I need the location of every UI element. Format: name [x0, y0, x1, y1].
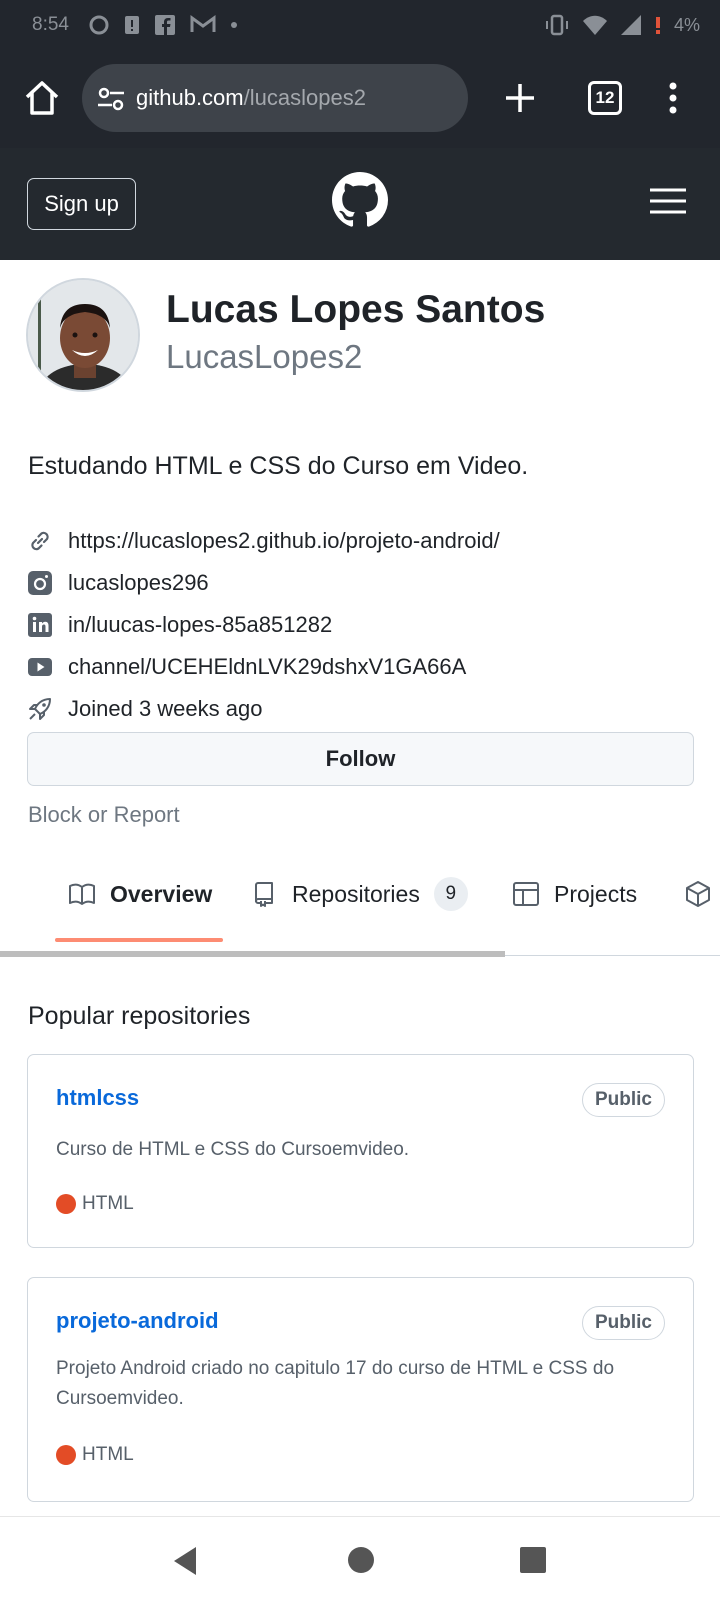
repo-name-link[interactable]: htmlcss	[56, 1085, 139, 1111]
follow-button[interactable]: Follow	[27, 732, 694, 786]
facebook-icon	[155, 15, 175, 35]
linkedin-icon	[28, 613, 52, 637]
language-color-dot	[56, 1445, 76, 1465]
tab-overview[interactable]: Overview	[68, 874, 212, 914]
rocket-icon	[29, 698, 51, 720]
linkedin-link[interactable]: in/luucas-lopes-85a851282	[68, 612, 332, 638]
tab-projects-label: Projects	[554, 880, 638, 907]
status-time: 8:54	[32, 14, 69, 35]
repositories-count-badge: 9	[433, 877, 468, 911]
tab-packages[interactable]	[684, 874, 720, 914]
wifi-icon	[582, 15, 607, 35]
browser-toolbar: github.com/lucaslopes2 12	[0, 52, 720, 148]
website-link[interactable]: https://lucaslopes2.github.io/projeto-an…	[68, 528, 500, 554]
profile-tabs: Overview Repositories 9 Projects	[0, 866, 720, 958]
book-icon	[69, 883, 95, 905]
more-notifications-icon	[231, 22, 237, 28]
vibrate-icon	[545, 14, 568, 36]
signal-icon	[620, 15, 641, 35]
joined-date: Joined 3 weeks ago	[68, 696, 263, 721]
instagram-row[interactable]: lucaslopes296	[26, 569, 209, 597]
repo-language-label: HTML	[82, 1193, 134, 1214]
visibility-badge: Public	[581, 1306, 665, 1340]
browser-menu-icon[interactable]	[658, 78, 688, 118]
repo-card: projeto-android Public Projeto Android c…	[27, 1277, 694, 1502]
repo-description: Curso de HTML e CSS do Cursoemvideo.	[56, 1139, 410, 1160]
tabs-scrollbar[interactable]	[0, 951, 505, 957]
battery-level: 4%	[673, 14, 700, 35]
profile-full-name: Lucas Lopes Santos	[166, 288, 546, 331]
repo-language: HTML	[56, 1193, 134, 1215]
profile-bio: Estudando HTML e CSS do Curso em Video.	[28, 452, 529, 480]
notification-icons	[88, 14, 238, 36]
linkedin-row[interactable]: in/luucas-lopes-85a851282	[26, 611, 332, 639]
popular-repositories-title: Popular repositories	[28, 1002, 251, 1030]
system-navigation-bar	[0, 1516, 720, 1600]
github-header: Sign up	[0, 148, 720, 260]
table-icon	[513, 882, 539, 906]
block-or-report-link[interactable]: Block or Report	[28, 802, 180, 828]
avatar-photo	[28, 280, 138, 390]
tab-repositories-label: Repositories	[292, 880, 420, 907]
repo-description: Projeto Android criado no capitulo 17 do…	[56, 1358, 615, 1409]
url-text[interactable]: github.com/lucaslopes2	[136, 85, 366, 111]
back-icon[interactable]	[170, 1545, 200, 1577]
home-button-icon[interactable]	[348, 1547, 374, 1573]
github-logo-icon[interactable]	[332, 172, 388, 228]
tab-projects[interactable]: Projects	[512, 874, 637, 914]
url-host: github.com	[136, 85, 244, 110]
new-tab-icon[interactable]	[500, 78, 540, 118]
active-tab-indicator	[55, 938, 223, 942]
link-icon	[31, 531, 49, 551]
package-icon	[686, 881, 710, 907]
repo-name-link[interactable]: projeto-android	[56, 1308, 219, 1334]
language-color-dot	[56, 1194, 76, 1214]
address-bar[interactable]: github.com/lucaslopes2	[82, 64, 468, 132]
tab-switcher-button[interactable]: 12	[588, 81, 622, 115]
repo-language: HTML	[56, 1444, 134, 1466]
notification-app-icon	[89, 15, 109, 35]
youtube-row[interactable]: channel/UCEHEldnLVK29dshxV1GA66A	[26, 653, 466, 681]
notification-alert-icon	[125, 16, 139, 34]
repo-language-label: HTML	[82, 1444, 134, 1465]
profile-username: LucasLopes2	[166, 338, 363, 375]
youtube-link[interactable]: channel/UCEHEldnLVK29dshxV1GA66A	[68, 654, 466, 680]
home-icon[interactable]	[22, 78, 62, 118]
instagram-link[interactable]: lucaslopes296	[68, 570, 209, 596]
visibility-badge: Public	[581, 1083, 665, 1117]
joined-row: Joined 3 weeks ago	[26, 695, 262, 723]
site-settings-icon[interactable]	[96, 86, 126, 112]
instagram-icon	[28, 571, 52, 595]
gmail-icon	[190, 15, 216, 32]
repo-icon	[255, 882, 273, 907]
avatar[interactable]	[26, 278, 140, 392]
website-row[interactable]: https://lucaslopes2.github.io/projeto-an…	[26, 527, 500, 555]
system-indicators: 4%	[544, 14, 700, 36]
youtube-icon	[28, 658, 52, 676]
sign-up-button[interactable]: Sign up	[27, 178, 136, 230]
repo-card: htmlcss Public Curso de HTML e CSS do Cu…	[27, 1054, 694, 1248]
status-bar: 8:54 4%	[0, 0, 720, 52]
hamburger-menu-icon[interactable]	[648, 186, 688, 216]
url-path: /lucaslopes2	[243, 85, 366, 110]
tab-repositories[interactable]: Repositories 9	[250, 874, 468, 914]
tab-overview-label: Overview	[110, 880, 213, 907]
battery-alert-icon	[655, 17, 660, 34]
recent-apps-icon[interactable]	[520, 1547, 546, 1573]
